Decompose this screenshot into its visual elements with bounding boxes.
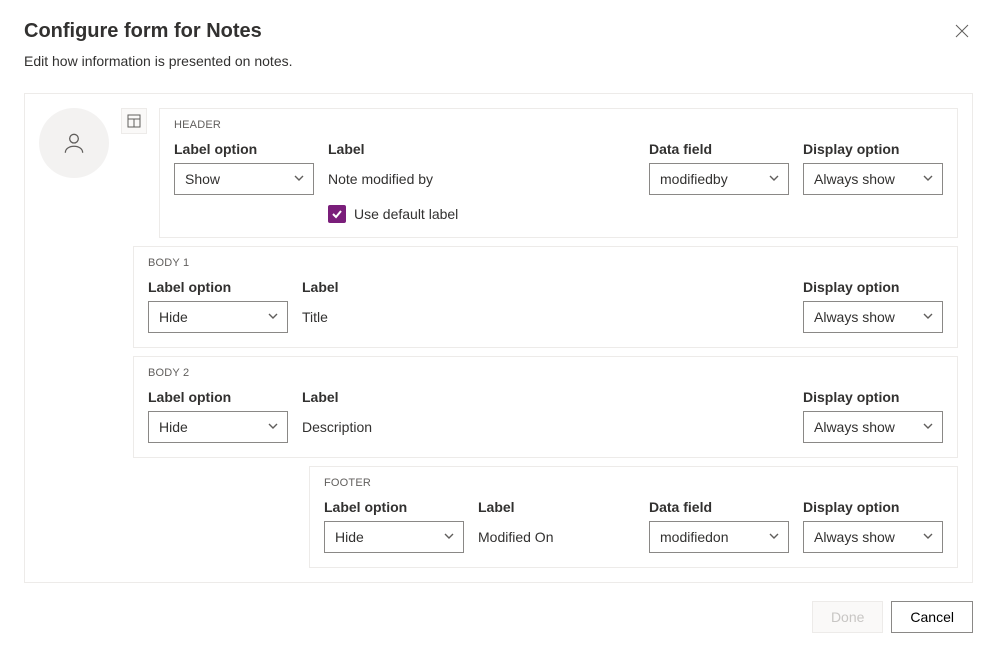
chevron-down-icon [293, 171, 305, 187]
header-display-option-value: Always show [814, 171, 895, 187]
body2-display-option-value: Always show [814, 419, 895, 435]
footer-label-value: Modified On [478, 521, 635, 553]
use-default-label-checkbox[interactable] [328, 205, 346, 223]
body2-label-value: Description [302, 411, 789, 443]
body2-label-option-value: Hide [159, 419, 188, 435]
header-display-option-dropdown[interactable]: Always show [803, 163, 943, 195]
label-heading: Label [302, 279, 789, 295]
label-heading: Label [302, 389, 789, 405]
done-button[interactable]: Done [812, 601, 883, 633]
footer-display-option-dropdown[interactable]: Always show [803, 521, 943, 553]
label-option-heading: Label option [148, 389, 288, 405]
header-data-field-dropdown[interactable]: modifiedby [649, 163, 789, 195]
chevron-down-icon [768, 529, 780, 545]
header-section: HEADER Label option Show Label Note modi… [159, 108, 958, 238]
layout-icon [121, 108, 147, 134]
use-default-label-text: Use default label [354, 206, 458, 222]
form-panel: HEADER Label option Show Label Note modi… [24, 93, 973, 583]
body1-label-option-dropdown[interactable]: Hide [148, 301, 288, 333]
footer-data-field-dropdown[interactable]: modifiedon [649, 521, 789, 553]
label-heading: Label [478, 499, 635, 515]
chevron-down-icon [922, 171, 934, 187]
footer-display-option-value: Always show [814, 529, 895, 545]
data-field-heading: Data field [649, 141, 789, 157]
cancel-button[interactable]: Cancel [891, 601, 973, 633]
display-option-heading: Display option [803, 389, 943, 405]
body1-section: BODY 1 Label option Hide Label Title Dis… [133, 246, 958, 348]
label-option-heading: Label option [148, 279, 288, 295]
body1-section-label: BODY 1 [148, 257, 943, 269]
body2-section-label: BODY 2 [148, 367, 943, 379]
footer-section-label: FOOTER [324, 477, 943, 489]
body1-label-value: Title [302, 301, 789, 333]
label-option-heading: Label option [174, 141, 314, 157]
display-option-heading: Display option [803, 499, 943, 515]
body1-display-option-dropdown[interactable]: Always show [803, 301, 943, 333]
label-heading: Label [328, 141, 635, 157]
header-label-option-dropdown[interactable]: Show [174, 163, 314, 195]
header-label-option-value: Show [185, 171, 220, 187]
chevron-down-icon [922, 419, 934, 435]
data-field-heading: Data field [649, 499, 789, 515]
header-label-value: Note modified by [328, 163, 635, 195]
chevron-down-icon [443, 529, 455, 545]
body1-label-option-value: Hide [159, 309, 188, 325]
label-option-heading: Label option [324, 499, 464, 515]
footer-data-field-value: modifiedon [660, 529, 729, 545]
chevron-down-icon [768, 171, 780, 187]
footer-section: FOOTER Label option Hide Label Modified … [309, 466, 958, 568]
body2-section: BODY 2 Label option Hide Label Descripti… [133, 356, 958, 458]
chevron-down-icon [922, 529, 934, 545]
body1-display-option-value: Always show [814, 309, 895, 325]
dialog-subtitle: Edit how information is presented on not… [24, 53, 293, 69]
display-option-heading: Display option [803, 141, 943, 157]
body2-display-option-dropdown[interactable]: Always show [803, 411, 943, 443]
dialog-title: Configure form for Notes [24, 20, 293, 43]
body2-label-option-dropdown[interactable]: Hide [148, 411, 288, 443]
chevron-down-icon [922, 309, 934, 325]
header-data-field-value: modifiedby [660, 171, 728, 187]
avatar-placeholder [39, 108, 109, 178]
header-section-label: HEADER [174, 119, 943, 131]
display-option-heading: Display option [803, 279, 943, 295]
chevron-down-icon [267, 419, 279, 435]
chevron-down-icon [267, 309, 279, 325]
footer-label-option-value: Hide [335, 529, 364, 545]
close-button[interactable] [951, 20, 973, 45]
footer-label-option-dropdown[interactable]: Hide [324, 521, 464, 553]
